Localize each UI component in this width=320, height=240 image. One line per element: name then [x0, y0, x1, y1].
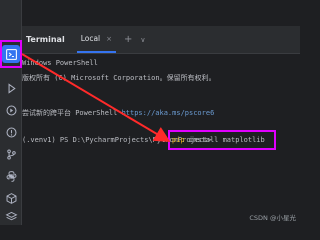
- command-keyword: pip: [172, 136, 185, 144]
- services-icon[interactable]: [2, 101, 20, 119]
- tab-local[interactable]: Local ×: [76, 26, 117, 53]
- terminal-tab-bar: Terminal Local × + ∨: [22, 26, 300, 54]
- terminal-line: 尝试新的跨平台 PowerShell https://aka.ms/pscore…: [22, 108, 214, 118]
- terminal-command[interactable]: pip install matplotlib: [172, 136, 265, 144]
- git-icon[interactable]: [2, 145, 20, 163]
- terminal-link[interactable]: https://aka.ms/pscore6: [122, 109, 215, 117]
- python-console-icon[interactable]: [2, 167, 20, 185]
- chevron-down-icon[interactable]: ∨: [140, 36, 145, 44]
- command-args: install matplotlib: [184, 136, 265, 144]
- packages-icon[interactable]: [2, 189, 20, 207]
- terminal-line: Windows PowerShell: [22, 59, 98, 67]
- problems-icon[interactable]: [2, 123, 20, 141]
- tool-window-sidebar: [0, 0, 22, 225]
- terminal-icon-highlight: [0, 40, 22, 68]
- editor-top-strip: [22, 0, 300, 26]
- terminal-line-text: 尝试新的跨平台 PowerShell: [22, 109, 118, 117]
- tool-window-title: Terminal: [26, 35, 65, 44]
- watermark: CSDN @小星光: [249, 214, 296, 222]
- terminal-line: 版权所有 (C) Microsoft Corporation。保留所有权利。: [22, 74, 216, 82]
- tab-label: Local: [80, 34, 101, 43]
- layers-icon[interactable]: [2, 207, 20, 225]
- add-tab-icon[interactable]: +: [124, 34, 132, 45]
- close-icon[interactable]: ×: [106, 35, 112, 43]
- run-icon[interactable]: [2, 79, 20, 97]
